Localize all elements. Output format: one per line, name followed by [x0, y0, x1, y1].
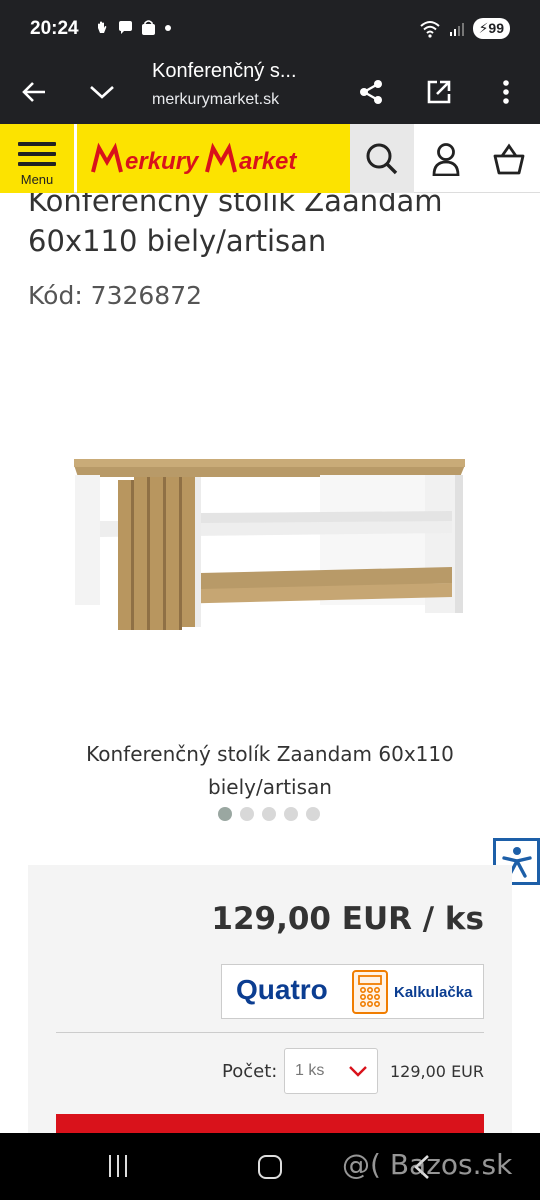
quatro-logo: Quatro [236, 974, 328, 1006]
carousel-dot[interactable] [284, 807, 298, 821]
signal-icon [449, 22, 464, 36]
image-caption: Konferenčný stolík Zaandam 60x110 biely/… [40, 738, 500, 804]
site-logo[interactable]: erkury arket [77, 124, 350, 193]
chat-icon [119, 21, 132, 34]
page-title-area[interactable]: Konferenčný s... merkurymarket.sk [0, 60, 340, 124]
search-button[interactable] [350, 124, 414, 193]
notification-icons [94, 19, 173, 36]
basket-icon [493, 143, 525, 174]
product-code: Kód: 7326872 [28, 281, 203, 310]
product-title: Konferenčný stolík Zaandam 60x110 biely/… [28, 193, 518, 261]
carousel-dots [218, 807, 320, 821]
carousel-dot[interactable] [262, 807, 276, 821]
recent-apps-icon [109, 1155, 111, 1177]
share-button[interactable] [349, 70, 393, 114]
status-right: ⚡99 [419, 18, 510, 39]
dot-icon [165, 25, 171, 31]
user-icon [432, 142, 460, 176]
page-content: Konferenčný stolík Zaandam 60x110 biely/… [0, 193, 540, 1133]
quatro-calculator-button[interactable]: Quatro Kalkulačka [221, 964, 484, 1019]
wifi-icon [419, 20, 440, 38]
browser-toolbar: Konferenčný s... merkurymarket.sk [0, 60, 540, 124]
merkury-market-logo: erkury arket [90, 142, 297, 175]
tab-title: Konferenčný s... [152, 60, 297, 82]
shopping-bag-icon [142, 20, 155, 35]
quantity-select[interactable]: 1 ks [284, 1048, 378, 1094]
chevron-down-icon [349, 1066, 367, 1077]
open-external-icon [427, 80, 451, 104]
status-time: 20:24 [30, 18, 79, 39]
quatro-calc-label: Kalkulačka [394, 984, 473, 1001]
status-bar: 20:24 ⚡99 [0, 0, 540, 60]
account-button[interactable] [416, 124, 476, 193]
more-vert-icon [503, 80, 509, 104]
home-button[interactable] [258, 1155, 282, 1179]
line-total: 129,00 EUR [390, 1062, 485, 1081]
caption-line2: biely/artisan [208, 775, 332, 799]
svg-text:arket: arket [239, 148, 297, 175]
quantity-value: 1 ks [295, 1062, 325, 1079]
watermark: @( Bazos.sk [342, 1148, 513, 1181]
battery-bolt-icon: ⚡ [478, 20, 489, 36]
hamburger-icon [18, 142, 56, 172]
quatro-brand: Quatro [236, 974, 328, 1005]
product-image[interactable] [70, 425, 470, 725]
carousel-dot[interactable] [240, 807, 254, 821]
battery-indicator: ⚡99 [472, 18, 510, 39]
coffee-table-illustration [74, 459, 465, 630]
cart-button[interactable] [478, 124, 540, 193]
quantity-label: Počet: [222, 1061, 278, 1082]
purchase-panel: 129,00 EUR / ks Quatro Kalkulačka Počet:… [28, 865, 512, 1133]
recent-apps-button[interactable] [109, 1155, 133, 1177]
share-icon [360, 80, 382, 104]
menu-button[interactable]: Menu [0, 124, 74, 193]
add-to-cart-button[interactable] [56, 1114, 484, 1133]
caption-line1: Konferenčný stolík Zaandam 60x110 [86, 742, 454, 766]
price: 129,00 EUR / ks [211, 901, 484, 937]
search-icon [366, 143, 398, 174]
carousel-dot[interactable] [218, 807, 232, 821]
more-options-button[interactable] [484, 70, 528, 114]
carousel-dot[interactable] [306, 807, 320, 821]
product-title-line2: 60x110 biely/artisan [28, 224, 327, 258]
svg-text:erkury: erkury [125, 148, 200, 175]
calculator-icon [352, 970, 388, 1014]
menu-label: Menu [20, 172, 54, 187]
hand-icon [98, 21, 107, 33]
open-in-browser-button[interactable] [417, 70, 461, 114]
site-header: Menu erkury arket [0, 124, 540, 193]
battery-level: 99 [488, 20, 504, 36]
product-title-line1: Konferenčný stolík Zaandam [28, 193, 443, 218]
tab-url: merkurymarket.sk [152, 91, 280, 108]
divider [56, 1032, 484, 1033]
